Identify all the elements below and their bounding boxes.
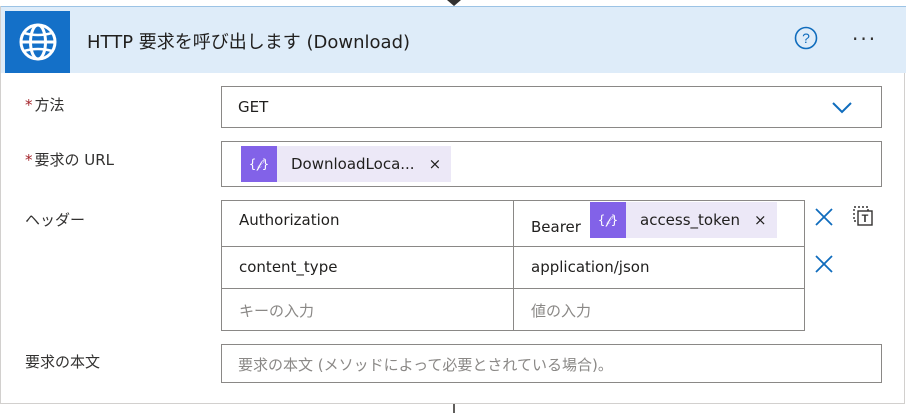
globe-icon: [5, 11, 70, 73]
switch-to-text-mode-icon[interactable]: T: [852, 205, 874, 227]
body-placeholder: 要求の本文 (メソッドによって必要とされている場合)。: [238, 356, 613, 374]
header-key-input[interactable]: キーの入力: [221, 288, 514, 331]
method-label: * 方法: [25, 94, 65, 115]
url-input[interactable]: {𝒻} DownloadLoca... ×: [221, 141, 882, 187]
method-value: GET: [238, 98, 269, 116]
url-token[interactable]: {𝒻} DownloadLoca... ×: [241, 146, 452, 182]
url-label-text: 要求の URL: [34, 151, 115, 169]
header-value-input[interactable]: 値の入力: [513, 288, 805, 331]
url-token-remove-button[interactable]: ×: [429, 155, 442, 173]
access-token-token[interactable]: {𝒻} access_token ×: [590, 202, 777, 238]
required-mark: *: [25, 96, 33, 114]
body-label: 要求の本文: [25, 353, 101, 371]
headers-label: ヘッダー: [25, 211, 86, 229]
chevron-down-icon[interactable]: [831, 101, 853, 115]
more-options-button[interactable]: ···: [852, 27, 877, 51]
header-key-cell[interactable]: Authorization: [221, 200, 514, 247]
connector-line: [453, 404, 455, 413]
action-header[interactable]: HTTP 要求を呼び出します (Download) ? ···: [1, 6, 906, 73]
expression-icon: {𝒻}: [590, 202, 626, 238]
header-value-placeholder: 値の入力: [531, 302, 592, 320]
svg-text:?: ?: [802, 30, 810, 46]
header-value-cell[interactable]: application/json: [513, 246, 805, 289]
header-value-prefix: Bearer: [531, 218, 581, 236]
svg-text:T: T: [862, 213, 869, 225]
action-title[interactable]: HTTP 要求を呼び出します (Download): [87, 28, 410, 54]
header-key-cell[interactable]: content_type: [221, 246, 514, 289]
header-value-cell[interactable]: Bearer {𝒻} access_token ×: [513, 200, 805, 247]
expression-icon: {𝒻}: [241, 146, 277, 182]
url-token-label: DownloadLoca...: [291, 155, 415, 173]
header-key: Authorization: [239, 211, 340, 229]
header-key: content_type: [239, 258, 338, 276]
required-mark: *: [25, 151, 33, 169]
url-label: * 要求の URL: [25, 149, 114, 170]
header-value: application/json: [531, 258, 650, 276]
method-select[interactable]: GET: [221, 86, 882, 128]
access-token-label: access_token: [640, 211, 740, 229]
delete-header-icon[interactable]: [813, 253, 835, 275]
method-label-text: 方法: [34, 96, 65, 114]
body-input[interactable]: 要求の本文 (メソッドによって必要とされている場合)。: [221, 344, 882, 383]
action-card: HTTP 要求を呼び出します (Download) ? ··· * 方法 GET …: [0, 6, 906, 404]
access-token-remove-button[interactable]: ×: [754, 211, 767, 229]
help-circle-icon[interactable]: ?: [794, 26, 818, 50]
header-key-placeholder: キーの入力: [239, 302, 315, 320]
delete-header-icon[interactable]: [813, 206, 835, 228]
